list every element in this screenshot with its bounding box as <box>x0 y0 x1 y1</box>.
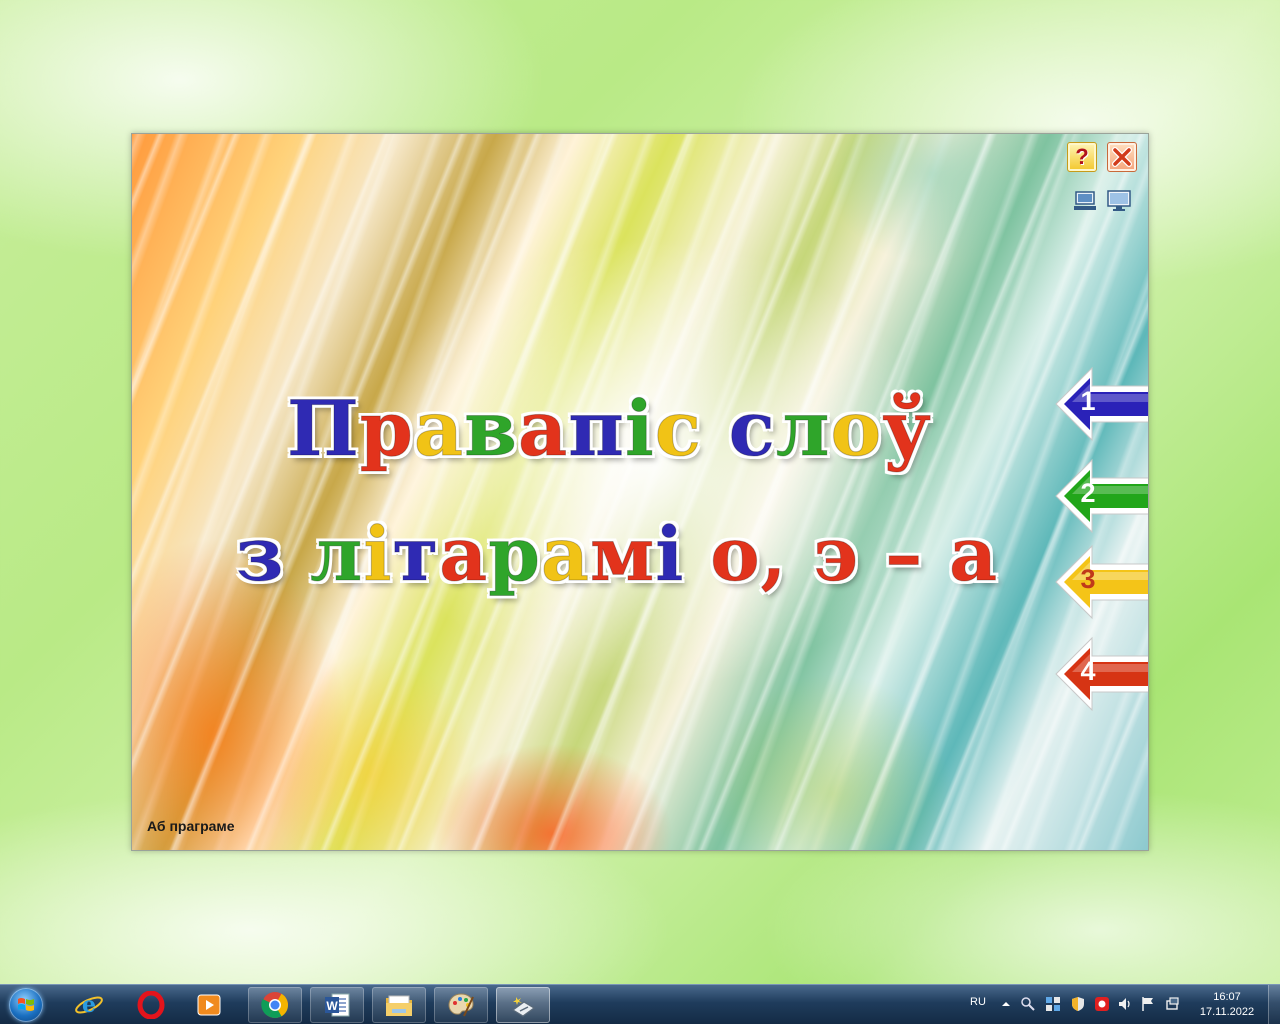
speaker-icon <box>1119 998 1130 1010</box>
svg-text:e: e <box>82 992 96 1018</box>
media-player-icon <box>197 994 221 1016</box>
taskbar-internet-explorer[interactable]: e <box>62 987 116 1023</box>
section-2-label: 2 <box>1080 478 1096 508</box>
taskbar: e W RU 16:07 17.11.2022 <box>0 984 1280 1024</box>
help-button[interactable]: ? <box>1067 142 1097 172</box>
tray-network-tool[interactable] <box>1020 996 1036 1012</box>
title-letter <box>787 512 813 598</box>
title-letter: а <box>517 384 569 474</box>
title-line-2: з літарамі о, э – а <box>235 512 999 599</box>
taskbar-chrome[interactable] <box>248 987 302 1023</box>
close-icon <box>1112 147 1132 167</box>
background-image <box>132 134 1148 850</box>
title-letter: з <box>235 512 285 599</box>
title-letter <box>684 512 710 598</box>
section-1-button[interactable]: 1 <box>1052 362 1148 446</box>
flag-icon <box>1142 997 1153 1011</box>
svg-text:W: W <box>326 999 338 1013</box>
title-letter: і <box>363 512 393 599</box>
program-icon <box>511 997 536 1017</box>
taskbar-media-player[interactable] <box>182 987 236 1023</box>
windowed-mode-button[interactable] <box>1072 190 1098 212</box>
title-letter: а <box>439 512 489 599</box>
title-letter: э <box>813 512 860 599</box>
title-letter: о <box>830 384 883 474</box>
title-letter: т <box>392 512 440 599</box>
tray-antivirus[interactable] <box>1094 996 1110 1012</box>
title-letter <box>284 512 310 598</box>
internet-explorer-icon: e <box>75 992 103 1018</box>
section-3-label: 3 <box>1080 564 1096 594</box>
taskbar-active-program[interactable] <box>496 987 550 1023</box>
about-program-link[interactable]: Аб праграме <box>147 818 235 834</box>
title-letter <box>923 512 949 598</box>
help-icon: ? <box>1075 144 1089 169</box>
language-indicator[interactable]: RU <box>970 996 986 1008</box>
section-4-button[interactable]: 4 <box>1052 632 1148 716</box>
title-letter: а <box>541 512 590 599</box>
fullscreen-mode-button[interactable] <box>1106 190 1132 212</box>
title-letter: а <box>949 512 999 599</box>
antivirus-icon <box>1095 997 1109 1011</box>
paint-palette-icon <box>448 993 474 1017</box>
show-desktop-button[interactable] <box>1268 985 1280 1024</box>
title-letter: п <box>568 384 625 474</box>
tray-action-center[interactable] <box>1140 996 1156 1012</box>
monitor-small-icon <box>1074 191 1096 210</box>
network-tool-icon <box>1021 997 1035 1011</box>
word-icon: W <box>325 993 350 1017</box>
taskbar-file-explorer[interactable] <box>372 987 426 1023</box>
title-letter: р <box>359 384 414 474</box>
title-letter: в <box>464 384 518 474</box>
opera-icon <box>137 991 165 1019</box>
tray-volume[interactable] <box>1117 996 1133 1012</box>
chevron-up-icon <box>1002 1002 1010 1006</box>
tray-security[interactable] <box>1070 996 1086 1012</box>
title-letter <box>702 384 729 473</box>
app-window: ? Правапіс слоў з літарамі о, э – а 1 2 … <box>131 133 1149 851</box>
title-letter: л <box>310 512 364 599</box>
taskbar-word[interactable]: W <box>310 987 364 1023</box>
title-letter: ў <box>882 384 932 474</box>
monitor-icon <box>1107 190 1131 211</box>
title-letter: – <box>885 512 924 599</box>
chrome-icon <box>261 992 289 1019</box>
clock-time: 16:07 <box>1213 991 1241 1003</box>
title-letter: с <box>654 384 703 474</box>
title-letter: , <box>760 512 788 599</box>
title-letter: і <box>624 384 655 474</box>
title-line-1: Правапіс слоў <box>287 384 932 474</box>
app-grid-icon <box>1046 997 1060 1011</box>
taskbar-paint[interactable] <box>434 987 488 1023</box>
display-icon <box>1166 997 1179 1010</box>
taskbar-opera[interactable] <box>124 987 178 1023</box>
tray-display[interactable] <box>1164 996 1180 1012</box>
clock[interactable]: 16:07 17.11.2022 <box>1192 990 1262 1020</box>
title-letter: П <box>287 384 360 474</box>
shield-icon <box>1072 997 1084 1011</box>
section-4-label: 4 <box>1080 656 1096 686</box>
title-letter: с <box>728 384 776 474</box>
title-letter: о <box>710 512 761 599</box>
clock-date: 17.11.2022 <box>1199 1006 1255 1018</box>
close-button[interactable] <box>1107 142 1137 172</box>
title-letter: і <box>655 512 685 599</box>
start-button[interactable] <box>6 987 46 1023</box>
title-letter: л <box>775 384 831 474</box>
title-letter <box>859 512 885 598</box>
show-hidden-icons-button[interactable] <box>998 996 1014 1012</box>
title-letter: м <box>589 512 656 599</box>
section-2-button[interactable]: 2 <box>1052 454 1148 538</box>
section-1-label: 1 <box>1080 386 1096 416</box>
title-letter: а <box>413 384 465 474</box>
tray-app-grid[interactable] <box>1045 996 1061 1012</box>
folder-icon <box>386 995 412 1016</box>
section-3-button[interactable]: 3 <box>1052 540 1148 624</box>
windows-logo-icon <box>9 988 43 1022</box>
title-letter: р <box>488 512 541 599</box>
